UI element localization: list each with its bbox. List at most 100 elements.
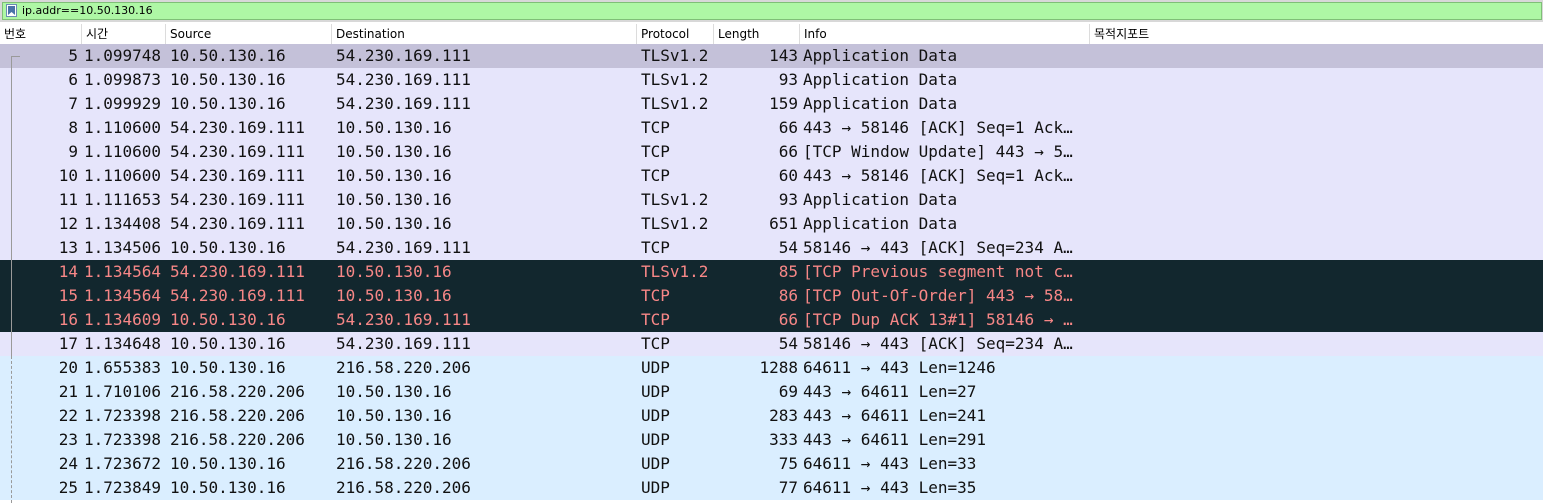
column-header-dest-port[interactable]: 목적지포트: [1090, 24, 1543, 44]
packet-list-header: 번호 시간 Source Destination Protocol Length…: [0, 24, 1543, 45]
packet-protocol-cell: TCP: [641, 334, 670, 353]
packet-destination-cell: 54.230.169.111: [336, 94, 471, 113]
packet-row[interactable]: 16 1.134609 10.50.130.16 54.230.169.111 TCP 6…: [0, 308, 1543, 332]
packet-info-cell: 58146 → 443 [ACK] Seq=234 A…: [803, 238, 1073, 257]
packet-row[interactable]: 17 1.134648 10.50.130.16 54.230.169.111 TCP 5…: [0, 332, 1543, 356]
column-header-source[interactable]: Source: [166, 24, 332, 44]
packet-no-cell: 12: [58, 214, 78, 233]
packet-row[interactable]: 23 1.723398 216.58.220.206 10.50.130.16 UDP 3…: [0, 428, 1543, 452]
packet-source-cell: 216.58.220.206: [170, 382, 305, 401]
packet-destination-cell: 54.230.169.111: [336, 46, 471, 65]
packet-row[interactable]: 25 1.723849 10.50.130.16 216.58.220.206 UDP 7…: [0, 476, 1543, 500]
column-header-protocol[interactable]: Protocol: [637, 24, 714, 44]
packet-source-cell: 54.230.169.111: [170, 286, 305, 305]
packet-protocol-cell: TLSv1.2: [641, 214, 709, 233]
packet-destination-cell: 10.50.130.16: [336, 406, 452, 425]
bookmark-icon[interactable]: [6, 4, 17, 17]
column-header-destination[interactable]: Destination: [332, 24, 637, 44]
packet-row[interactable]: 8 1.110600 54.230.169.111 10.50.130.16 TCP 66…: [0, 116, 1543, 140]
packet-list[interactable]: 5 1.099748 10.50.130.16 54.230.169.111 TLSv1…: [0, 44, 1543, 503]
packet-time-cell: 1.134564: [84, 262, 162, 281]
packet-protocol-cell: TCP: [641, 238, 670, 257]
packet-time-cell: 1.723398: [84, 406, 162, 425]
packet-time-cell: 1.111653: [84, 190, 162, 209]
packet-row[interactable]: 12 1.134408 54.230.169.111 10.50.130.16 TLSv…: [0, 212, 1543, 236]
packet-length-cell: 54: [778, 334, 798, 353]
packet-protocol-cell: UDP: [641, 478, 670, 497]
packet-source-cell: 54.230.169.111: [170, 190, 305, 209]
packet-info-cell: [TCP Previous segment not c…: [803, 262, 1073, 281]
packet-info-cell: Application Data: [803, 70, 958, 89]
packet-row[interactable]: 14 1.134564 54.230.169.111 10.50.130.16 TLSv…: [0, 260, 1543, 284]
conversation-tree-start: [11, 56, 20, 57]
packet-source-cell: 10.50.130.16: [170, 478, 286, 497]
packet-time-cell: 1.134408: [84, 214, 162, 233]
packet-row[interactable]: 22 1.723398 216.58.220.206 10.50.130.16 UDP 2…: [0, 404, 1543, 428]
packet-protocol-cell: TLSv1.2: [641, 46, 709, 65]
packet-destination-cell: 54.230.169.111: [336, 334, 471, 353]
packet-length-cell: 77: [778, 478, 798, 497]
column-header-length[interactable]: Length: [714, 24, 800, 44]
packet-row[interactable]: 15 1.134564 54.230.169.111 10.50.130.16 TCP 8…: [0, 284, 1543, 308]
packet-time-cell: 1.134506: [84, 238, 162, 257]
packet-destination-cell: 10.50.130.16: [336, 214, 452, 233]
column-header-info[interactable]: Info: [800, 24, 1090, 44]
packet-destination-cell: 216.58.220.206: [336, 478, 471, 497]
packet-source-cell: 216.58.220.206: [170, 430, 305, 449]
packet-length-cell: 159: [769, 94, 798, 113]
packet-destination-cell: 216.58.220.206: [336, 358, 471, 377]
packet-length-cell: 85: [778, 262, 798, 281]
packet-time-cell: 1.110600: [84, 118, 162, 137]
packet-no-cell: 20: [58, 358, 78, 377]
packet-row[interactable]: 21 1.710106 216.58.220.206 10.50.130.16 UDP 6…: [0, 380, 1543, 404]
packet-row[interactable]: 13 1.134506 10.50.130.16 54.230.169.111 TCP 5…: [0, 236, 1543, 260]
packet-protocol-cell: TCP: [641, 166, 670, 185]
packet-info-cell: 443 → 64611 Len=241: [803, 406, 987, 425]
column-header-no[interactable]: 번호: [0, 24, 82, 44]
packet-destination-cell: 10.50.130.16: [336, 286, 452, 305]
packet-time-cell: 1.723672: [84, 454, 162, 473]
packet-source-cell: 10.50.130.16: [170, 310, 286, 329]
packet-row[interactable]: 9 1.110600 54.230.169.111 10.50.130.16 TCP 66…: [0, 140, 1543, 164]
packet-protocol-cell: UDP: [641, 454, 670, 473]
packet-no-cell: 9: [68, 142, 78, 161]
packet-protocol-cell: TLSv1.2: [641, 94, 709, 113]
packet-row[interactable]: 11 1.111653 54.230.169.111 10.50.130.16 TLSv…: [0, 188, 1543, 212]
packet-info-cell: Application Data: [803, 46, 958, 65]
packet-info-cell: 64611 → 443 Len=1246: [803, 358, 996, 377]
packet-info-cell: [TCP Out-Of-Order] 443 → 58…: [803, 286, 1073, 305]
packet-time-cell: 1.099748: [84, 46, 162, 65]
packet-row[interactable]: 6 1.099873 10.50.130.16 54.230.169.111 TLSv1…: [0, 68, 1543, 92]
packet-time-cell: 1.655383: [84, 358, 162, 377]
packet-source-cell: 216.58.220.206: [170, 406, 305, 425]
packet-length-cell: 69: [778, 382, 798, 401]
packet-no-cell: 11: [58, 190, 78, 209]
packet-protocol-cell: TCP: [641, 118, 670, 137]
display-filter-input[interactable]: [22, 3, 1522, 19]
packet-no-cell: 15: [58, 286, 78, 305]
packet-length-cell: 86: [778, 286, 798, 305]
packet-no-cell: 13: [58, 238, 78, 257]
packet-protocol-cell: TLSv1.2: [641, 262, 709, 281]
packet-time-cell: 1.134648: [84, 334, 162, 353]
display-filter-box[interactable]: [2, 2, 1542, 20]
packet-no-cell: 24: [58, 454, 78, 473]
packet-time-cell: 1.110600: [84, 142, 162, 161]
packet-protocol-cell: TCP: [641, 286, 670, 305]
packet-no-cell: 16: [58, 310, 78, 329]
packet-info-cell: 443 → 64611 Len=27: [803, 382, 977, 401]
packet-no-cell: 7: [68, 94, 78, 113]
packet-info-cell: 58146 → 443 [ACK] Seq=234 A…: [803, 334, 1073, 353]
column-header-time[interactable]: 시간: [82, 24, 166, 44]
packet-row[interactable]: 24 1.723672 10.50.130.16 216.58.220.206 UDP 7…: [0, 452, 1543, 476]
packet-no-cell: 17: [58, 334, 78, 353]
packet-row[interactable]: 20 1.655383 10.50.130.16 216.58.220.206 UDP 1…: [0, 356, 1543, 380]
packet-no-cell: 25: [58, 478, 78, 497]
packet-destination-cell: 10.50.130.16: [336, 430, 452, 449]
packet-source-cell: 10.50.130.16: [170, 70, 286, 89]
packet-no-cell: 14: [58, 262, 78, 281]
packet-source-cell: 54.230.169.111: [170, 214, 305, 233]
packet-row[interactable]: 7 1.099929 10.50.130.16 54.230.169.111 TLSv1…: [0, 92, 1543, 116]
packet-row[interactable]: 10 1.110600 54.230.169.111 10.50.130.16 TCP 6…: [0, 164, 1543, 188]
packet-row[interactable]: 5 1.099748 10.50.130.16 54.230.169.111 TLSv1…: [0, 44, 1543, 68]
